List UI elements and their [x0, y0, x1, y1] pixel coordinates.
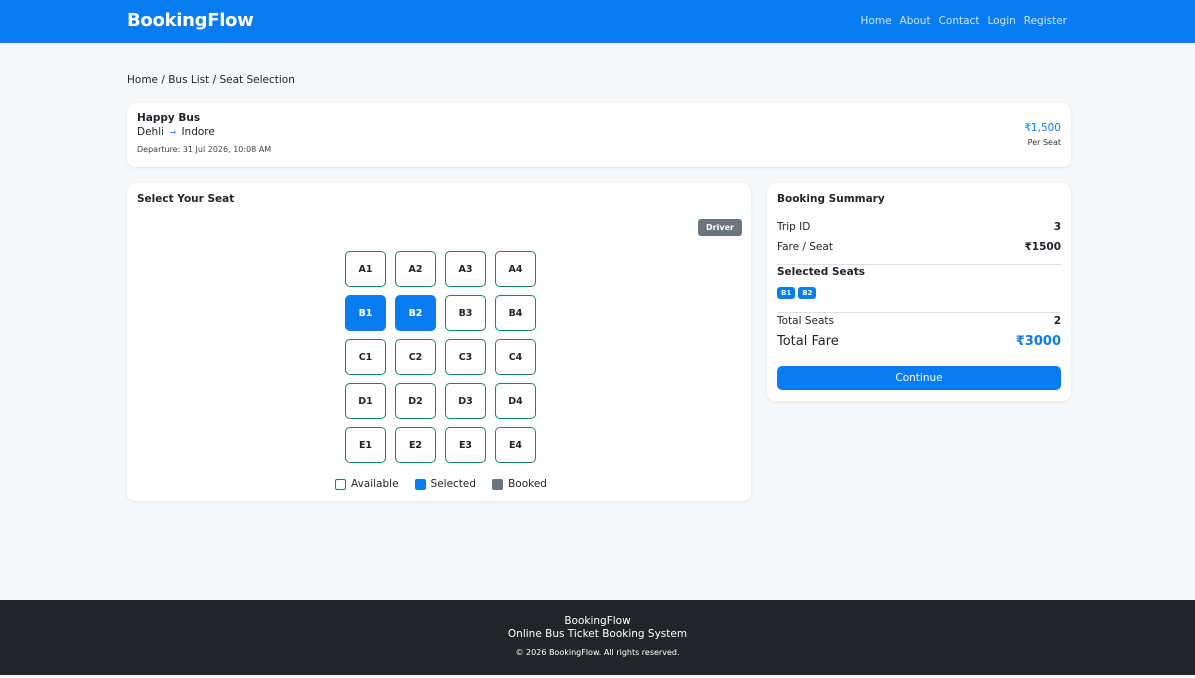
divider	[777, 264, 1061, 265]
seat-b3[interactable]: B3	[445, 295, 486, 331]
footer-tagline: Online Bus Ticket Booking System	[507, 628, 688, 640]
divider	[777, 312, 1061, 313]
fare-row: Fare / Seat ₹1500	[777, 241, 1061, 253]
seat-d4[interactable]: D4	[495, 383, 536, 419]
driver-badge: Driver	[698, 219, 742, 236]
continue-button[interactable]: Continue	[777, 366, 1061, 390]
legend-available-label: Available	[351, 478, 399, 490]
footer: BookingFlow Online Bus Ticket Booking Sy…	[0, 600, 1195, 675]
route-to: Indore	[181, 126, 215, 138]
seat-c3[interactable]: C3	[445, 339, 486, 375]
footer-copyright: © 2026 BookingFlow. All rights reserved.	[515, 648, 680, 657]
seat-section-title: Select Your Seat	[137, 193, 235, 205]
seat-a4[interactable]: A4	[495, 251, 536, 287]
seat-e3[interactable]: E3	[445, 427, 486, 463]
fare-label: Fare / Seat	[777, 241, 833, 253]
nav-links: Home About Contact Login Register	[861, 15, 1067, 27]
booked-swatch	[492, 478, 504, 490]
seat-selection-card: Select Your Seat Driver A1 A2 A3 A4 B1 B2 B3 B4…	[127, 183, 751, 501]
total-seats-label: Total Seats	[777, 315, 835, 327]
legend-available: Available	[335, 478, 399, 490]
trip-id-row: Trip ID 3	[777, 221, 1061, 233]
navbar: BookingFlow Home About Contact Login Reg…	[0, 0, 1195, 43]
total-fare-label: Total Fare	[777, 334, 839, 349]
brand-logo[interactable]: BookingFlow	[127, 10, 254, 31]
arrow-right-icon: →	[169, 128, 177, 137]
seat-b2[interactable]: B2	[395, 295, 436, 331]
seat-e4[interactable]: E4	[495, 427, 536, 463]
seat-badge: B1	[777, 287, 796, 299]
breadcrumb: Home / Bus List / Seat Selection	[127, 74, 295, 86]
seat-d2[interactable]: D2	[395, 383, 436, 419]
selected-seats-badges: B1 B2	[777, 287, 817, 299]
trip-card: Happy Bus Dehli → Indore Departure: 31 J…	[127, 103, 1071, 167]
legend-selected-label: Selected	[430, 478, 477, 490]
route: Dehli → Indore	[137, 126, 215, 138]
per-seat-label: Per Seat	[1027, 138, 1061, 147]
seat-e1[interactable]: E1	[345, 427, 386, 463]
seat-a2[interactable]: A2	[395, 251, 436, 287]
seat-price: ₹1,500	[1024, 122, 1061, 134]
total-seats-value: 2	[1053, 315, 1061, 327]
seat-b4[interactable]: B4	[495, 295, 536, 331]
seat-grid: A1 A2 A3 A4 B1 B2 B3 B4 C1 C2 C3 C4 D1 D2 D3 D4 E1 E2 E3 E4	[345, 251, 536, 463]
trip-id-value: 3	[1053, 221, 1061, 233]
bus-name: Happy Bus	[137, 112, 201, 124]
seat-a1[interactable]: A1	[345, 251, 386, 287]
footer-brand: BookingFlow	[564, 615, 631, 627]
fare-value: ₹1500	[1024, 241, 1061, 253]
seat-e2[interactable]: E2	[395, 427, 436, 463]
seat-d3[interactable]: D3	[445, 383, 486, 419]
trip-id-label: Trip ID	[777, 221, 811, 233]
booking-summary-card: Booking Summary Trip ID 3 Fare / Seat ₹1…	[767, 183, 1071, 401]
legend-selected: Selected	[414, 478, 477, 490]
seat-b1[interactable]: B1	[345, 295, 386, 331]
selected-swatch	[414, 478, 426, 490]
seat-d1[interactable]: D1	[345, 383, 386, 419]
available-swatch	[335, 478, 346, 490]
legend-booked: Booked	[492, 478, 547, 490]
seat-badge: B2	[798, 287, 817, 299]
nav-link-contact[interactable]: Contact	[939, 15, 980, 27]
selected-seats-label: Selected Seats	[777, 266, 865, 278]
nav-link-about[interactable]: About	[900, 15, 931, 27]
seat-c4[interactable]: C4	[495, 339, 536, 375]
seat-c2[interactable]: C2	[395, 339, 436, 375]
route-from: Dehli	[137, 126, 165, 138]
seat-a3[interactable]: A3	[445, 251, 486, 287]
departure-time: Departure: 31 Jul 2026, 10:08 AM	[137, 145, 272, 154]
nav-link-home[interactable]: Home	[861, 15, 892, 27]
nav-link-register[interactable]: Register	[1024, 15, 1067, 27]
total-seats-row: Total Seats 2	[777, 315, 1061, 327]
total-fare-value: ₹3000	[1015, 334, 1061, 349]
seat-legend: Available Selected Booked	[335, 478, 547, 490]
nav-link-login[interactable]: Login	[987, 15, 1015, 27]
seat-c1[interactable]: C1	[345, 339, 386, 375]
summary-title: Booking Summary	[777, 193, 885, 205]
legend-booked-label: Booked	[508, 478, 547, 490]
total-fare-row: Total Fare ₹3000	[777, 334, 1061, 349]
